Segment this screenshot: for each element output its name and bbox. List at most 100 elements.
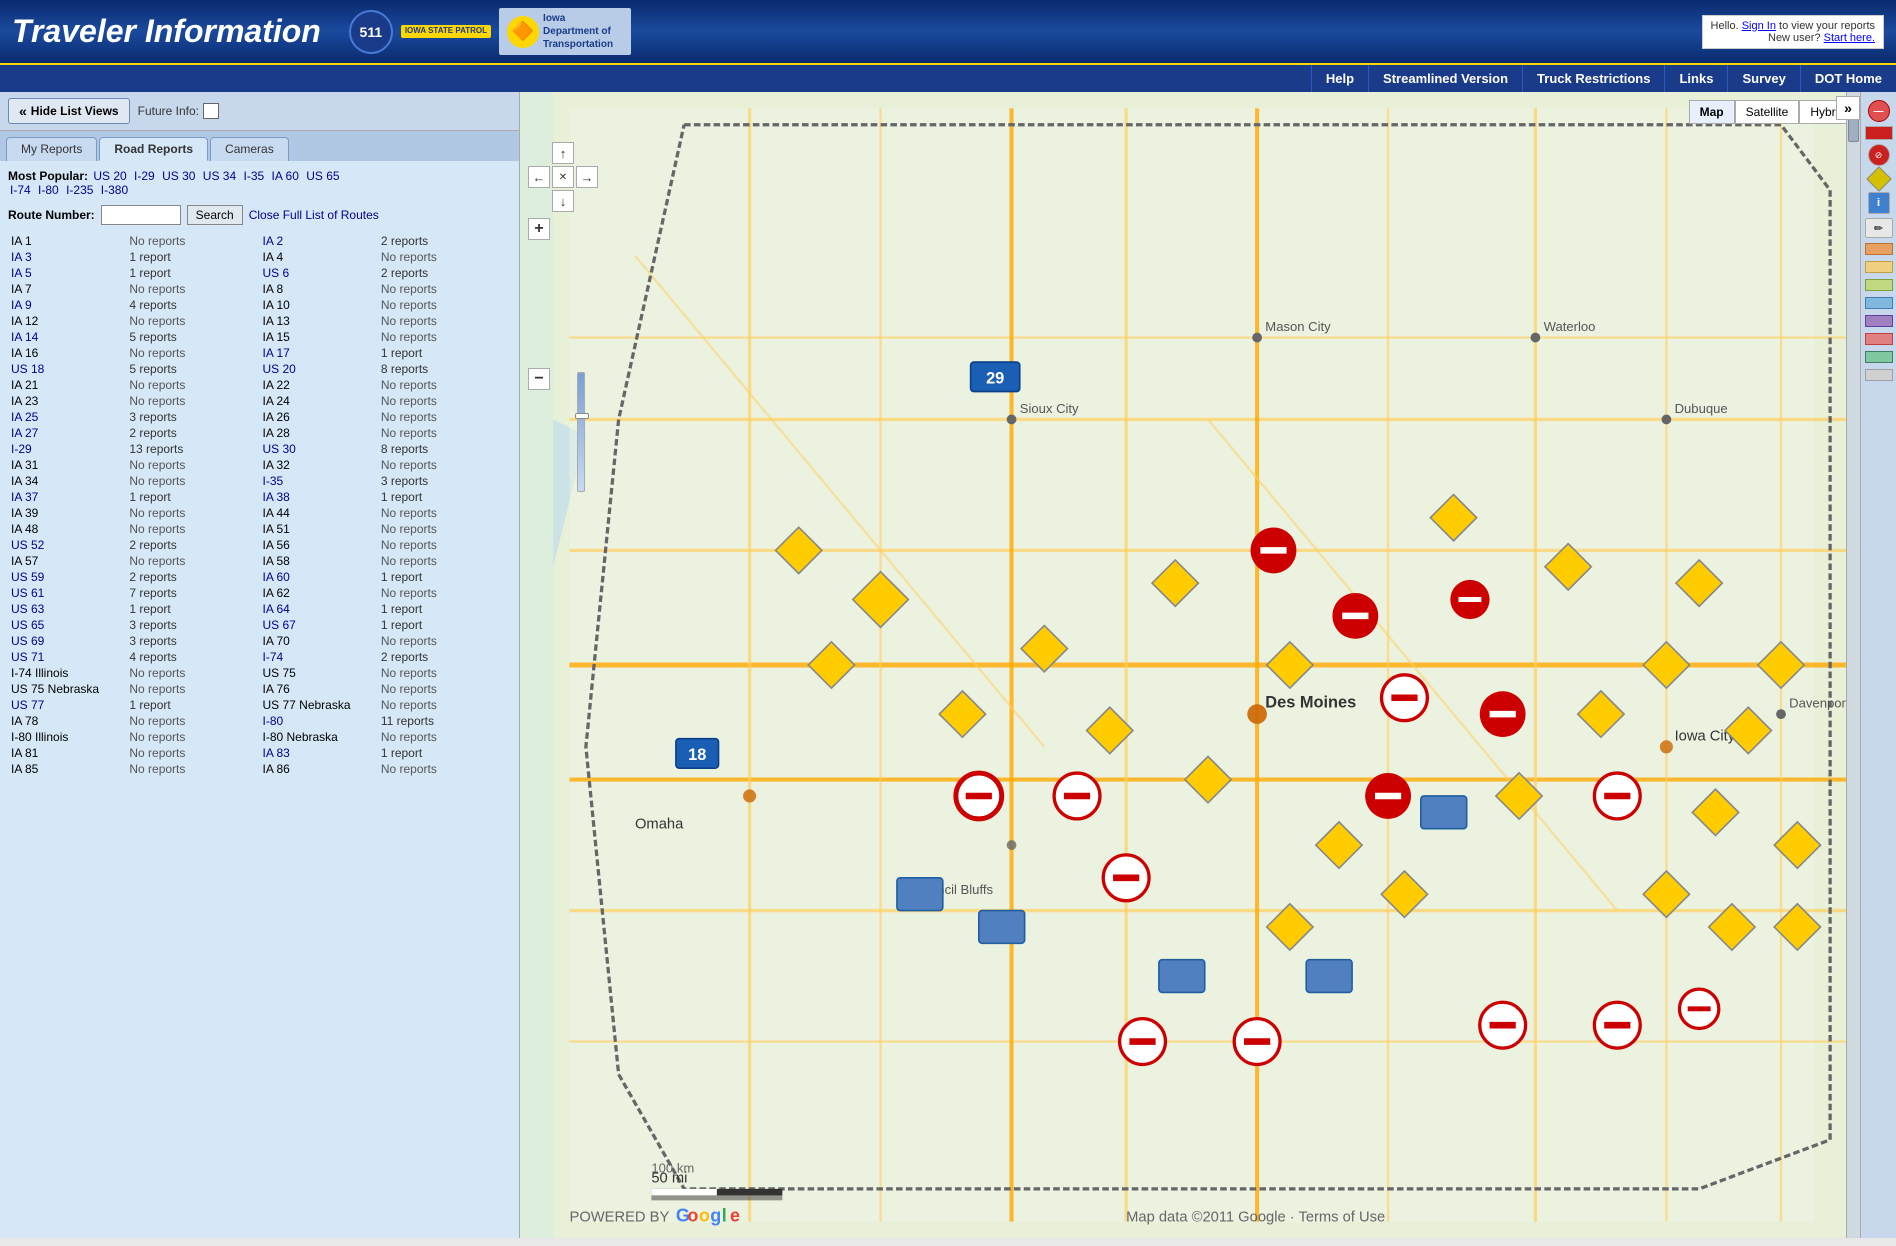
route-label: IA 44: [259, 505, 377, 521]
route-report-count: 3 reports: [126, 617, 259, 633]
route-link[interactable]: US 63: [11, 602, 44, 616]
route-report-count: 5 reports: [126, 361, 259, 377]
route-link[interactable]: IA 14: [11, 330, 38, 344]
route-table-row: IA 51 reportUS 62 reports: [8, 265, 511, 281]
route-link[interactable]: IA 9: [11, 298, 32, 312]
map-content[interactable]: Des Moines Iowa City Omaha Council Bluff…: [520, 92, 1896, 1238]
search-button[interactable]: Search: [187, 205, 243, 225]
route-link[interactable]: US 6: [262, 266, 289, 280]
future-info-checkbox[interactable]: [203, 103, 219, 119]
nav-links[interactable]: Links: [1664, 65, 1727, 92]
popular-ia60[interactable]: IA 60: [272, 169, 299, 183]
map-scrollbar[interactable]: [1846, 92, 1860, 1238]
route-table-row: IA 23No reportsIA 24No reports: [8, 393, 511, 409]
legend-color-1: [1865, 243, 1893, 255]
tab-cameras[interactable]: Cameras: [210, 137, 289, 161]
route-table: IA 1No reportsIA 22 reportsIA 31 reportI…: [8, 233, 511, 777]
route-report-count: No reports: [126, 665, 259, 681]
route-link[interactable]: US 67: [262, 618, 295, 632]
popular-us30[interactable]: US 30: [162, 169, 195, 183]
route-link[interactable]: IA 2: [262, 234, 283, 248]
sign-in-link[interactable]: Sign In: [1742, 20, 1776, 32]
route-link[interactable]: IA 25: [11, 410, 38, 424]
map-type-map[interactable]: Map: [1689, 100, 1735, 124]
route-link[interactable]: I-80: [262, 714, 283, 728]
collapse-map-button[interactable]: »: [1836, 96, 1860, 120]
map-ctrl-blank: [528, 142, 550, 164]
popular-us20[interactable]: US 20: [93, 169, 126, 183]
pan-down-button[interactable]: ↓: [552, 190, 574, 212]
route-link[interactable]: IA 3: [11, 250, 32, 264]
tab-my-reports[interactable]: My Reports: [6, 137, 97, 161]
icon-restriction[interactable]: [1865, 126, 1893, 140]
route-report-count: No reports: [378, 729, 511, 745]
route-link[interactable]: US 52: [11, 538, 44, 552]
route-link[interactable]: US 59: [11, 570, 44, 584]
svg-text:POWERED BY: POWERED BY: [570, 1210, 670, 1226]
popular-i35[interactable]: I-35: [243, 169, 264, 183]
icon-info[interactable]: i: [1868, 192, 1890, 214]
route-report-count: 2 reports: [378, 233, 511, 249]
popular-i235[interactable]: I-235: [66, 183, 93, 197]
route-link[interactable]: I-74: [262, 650, 283, 664]
nav-survey[interactable]: Survey: [1727, 65, 1799, 92]
route-link[interactable]: IA 64: [262, 602, 289, 616]
route-report-count: 2 reports: [378, 265, 511, 281]
tab-road-reports[interactable]: Road Reports: [99, 137, 208, 161]
route-link[interactable]: IA 5: [11, 266, 32, 280]
route-link[interactable]: US 20: [262, 362, 295, 376]
map-type-satellite[interactable]: Satellite: [1735, 100, 1800, 124]
nav-truck-restrictions[interactable]: Truck Restrictions: [1522, 65, 1664, 92]
close-full-list-link[interactable]: Close Full List of Routes: [249, 208, 379, 222]
route-label: IA 39: [8, 505, 126, 521]
route-link[interactable]: I-35: [262, 474, 283, 488]
route-link[interactable]: US 71: [11, 650, 44, 664]
route-report-count: 1 report: [378, 345, 511, 361]
popular-i380[interactable]: I-380: [101, 183, 128, 197]
popular-us65[interactable]: US 65: [306, 169, 339, 183]
popular-i29[interactable]: I-29: [134, 169, 155, 183]
icon-no-entry[interactable]: ⊘: [1868, 144, 1890, 166]
icon-road-closed[interactable]: —: [1868, 100, 1890, 122]
pan-center-button[interactable]: ✕: [552, 166, 574, 188]
zoom-slider[interactable]: [546, 372, 616, 492]
start-here-link[interactable]: Start here.: [1824, 32, 1875, 44]
route-link[interactable]: IA 83: [262, 746, 289, 760]
pan-up-button[interactable]: ↑: [552, 142, 574, 164]
route-report-count: 1 report: [126, 697, 259, 713]
route-link[interactable]: IA 60: [262, 570, 289, 584]
route-report-count: 1 report: [378, 489, 511, 505]
route-link[interactable]: US 18: [11, 362, 44, 376]
route-number-input[interactable]: [101, 205, 181, 225]
route-link[interactable]: US 65: [11, 618, 44, 632]
pan-right-button[interactable]: →: [576, 166, 598, 188]
nav-dot-home[interactable]: DOT Home: [1800, 65, 1896, 92]
route-table-row: I-74 IllinoisNo reportsUS 75No reports: [8, 665, 511, 681]
route-table-row: IA 31No reportsIA 32No reports: [8, 457, 511, 473]
pan-left-button[interactable]: ←: [528, 166, 550, 188]
icon-map-pencil[interactable]: ✏: [1865, 218, 1893, 238]
route-table-row: I-80 IllinoisNo reportsI-80 NebraskaNo r…: [8, 729, 511, 745]
chevron-left-icon: «: [19, 103, 27, 119]
route-table-row: US 631 reportIA 641 report: [8, 601, 511, 617]
route-link[interactable]: IA 17: [262, 346, 289, 360]
popular-i80[interactable]: I-80: [38, 183, 59, 197]
route-link[interactable]: US 77: [11, 698, 44, 712]
nav-help[interactable]: Help: [1311, 65, 1368, 92]
route-link[interactable]: US 61: [11, 586, 44, 600]
route-link[interactable]: IA 27: [11, 426, 38, 440]
route-link[interactable]: US 30: [262, 442, 295, 456]
zoom-in-button[interactable]: +: [528, 218, 550, 240]
route-link[interactable]: US 69: [11, 634, 44, 648]
route-link[interactable]: IA 37: [11, 490, 38, 504]
map-ctrl-blank3: [528, 190, 550, 212]
popular-us34[interactable]: US 34: [203, 169, 236, 183]
nav-streamlined[interactable]: Streamlined Version: [1368, 65, 1522, 92]
route-link[interactable]: IA 38: [262, 490, 289, 504]
right-sidebar: — ⊘ i ✏: [1860, 92, 1896, 1238]
svg-text:Map data ©2011 Google · Terms: Map data ©2011 Google · Terms of Use: [1126, 1210, 1385, 1226]
route-link[interactable]: I-29: [11, 442, 32, 456]
popular-i74[interactable]: I-74: [10, 183, 31, 197]
icon-construction-diamond[interactable]: [1866, 166, 1891, 191]
hide-list-button[interactable]: « Hide List Views: [8, 98, 130, 124]
